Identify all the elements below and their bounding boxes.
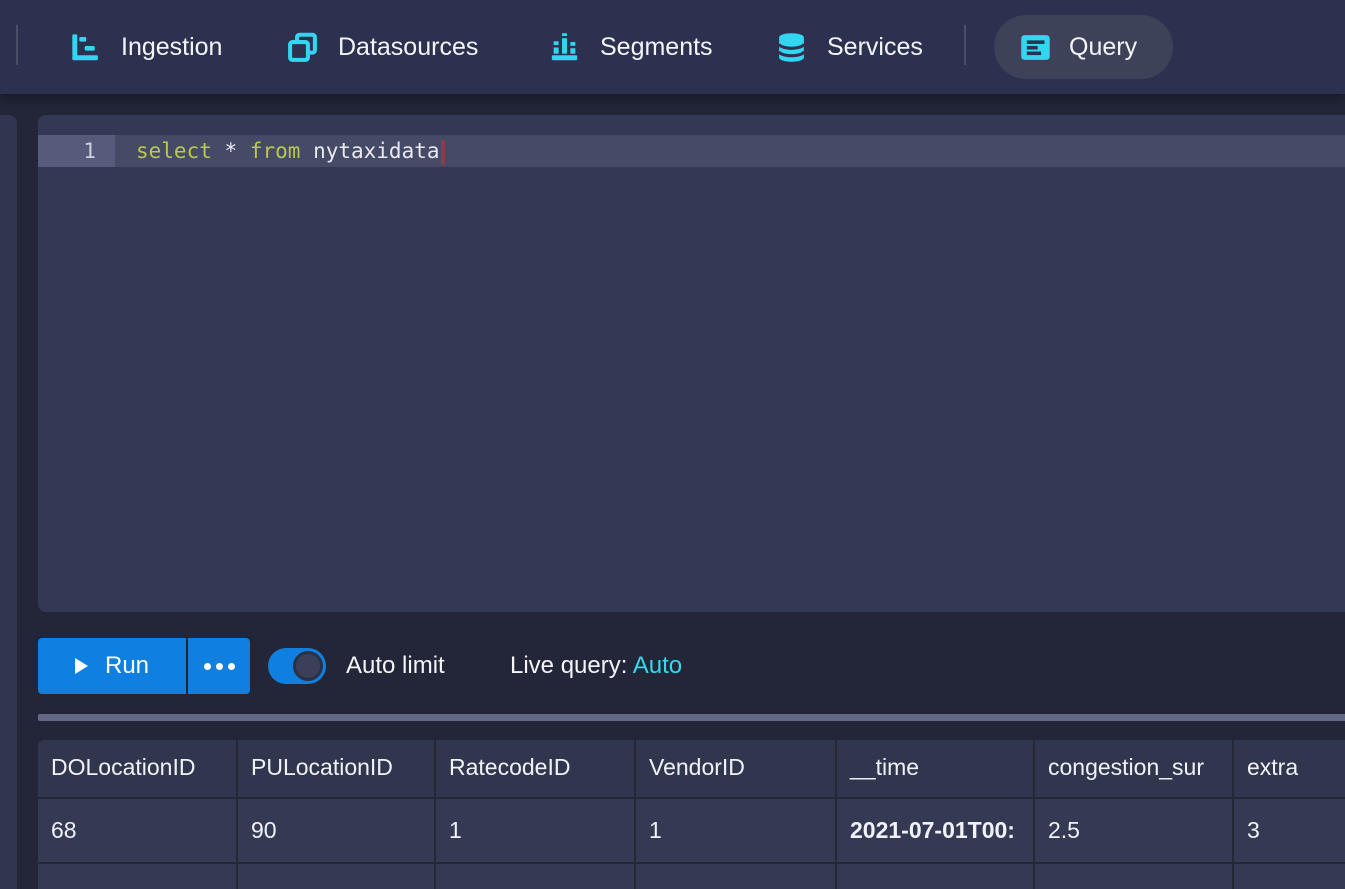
auto-limit-label: Auto limit <box>346 638 445 694</box>
bar-chart-icon <box>549 32 580 63</box>
sql-keyword: select <box>136 139 212 163</box>
table-cell[interactable]: 1 <box>636 799 837 862</box>
query-card-icon <box>1020 32 1051 63</box>
nav-query-divider <box>964 25 966 65</box>
column-header[interactable]: DOLocationID <box>38 740 238 797</box>
top-nav-bar: Ingestion Datasources Segments <box>0 0 1345 94</box>
gantt-chart-icon <box>70 32 101 63</box>
table-cell[interactable]: 68 <box>38 799 238 862</box>
column-header[interactable]: __time <box>837 740 1035 797</box>
query-results-table: DOLocationID PULocationID RatecodeID Ven… <box>38 740 1345 889</box>
nav-tab-label: Segments <box>600 33 713 62</box>
database-icon <box>776 32 807 63</box>
run-more-button[interactable] <box>186 638 250 694</box>
run-button-group: Run <box>38 638 250 694</box>
sql-star: * <box>225 139 238 163</box>
live-query-control[interactable]: Live query: Auto <box>510 638 682 694</box>
column-header[interactable]: congestion_sur <box>1035 740 1234 797</box>
column-header[interactable]: PULocationID <box>238 740 436 797</box>
column-header[interactable]: VendorID <box>636 740 837 797</box>
live-query-value[interactable]: Auto <box>633 652 682 679</box>
line-number: 1 <box>38 135 115 167</box>
column-header[interactable]: extra <box>1234 740 1345 797</box>
ellipsis-icon <box>204 663 211 670</box>
table-cell[interactable]: 90 <box>238 799 436 862</box>
nav-tab-label: Datasources <box>338 33 478 62</box>
sql-code-line[interactable]: select * from nytaxidata <box>115 135 445 167</box>
run-button-label: Run <box>105 652 149 680</box>
table-cell[interactable]: 1 <box>436 799 636 862</box>
toggle-knob <box>293 651 323 681</box>
text-cursor <box>441 140 445 165</box>
column-header[interactable]: RatecodeID <box>436 740 636 797</box>
table-header-row: DOLocationID PULocationID RatecodeID Ven… <box>38 740 1345 797</box>
nav-tab-label: Services <box>827 33 923 62</box>
table-cell[interactable]: 3 <box>1234 799 1345 862</box>
auto-limit-toggle[interactable] <box>268 648 326 684</box>
horizontal-splitter[interactable] <box>38 714 1345 721</box>
sql-table-name: nytaxidata <box>313 139 439 163</box>
nav-tab-label: Query <box>1069 33 1137 62</box>
table-cell[interactable]: 2.5 <box>1035 799 1234 862</box>
nav-tab-segments[interactable]: Segments <box>549 0 713 94</box>
sql-keyword: from <box>250 139 301 163</box>
side-panel-edge <box>0 115 17 889</box>
nav-left-divider <box>16 25 18 65</box>
play-icon <box>75 658 88 674</box>
table-cell-time[interactable]: 2021-07-01T00: <box>837 799 1035 862</box>
nav-tab-services[interactable]: Services <box>776 0 923 94</box>
nav-tab-ingestion[interactable]: Ingestion <box>70 0 222 94</box>
layers-icon <box>287 32 318 63</box>
sql-editor[interactable]: 1 select * from nytaxidata <box>38 115 1345 612</box>
run-button[interactable]: Run <box>38 638 186 694</box>
nav-tab-query-active[interactable]: Query <box>994 15 1173 79</box>
live-query-label: Live query: <box>510 652 627 679</box>
table-row-partial <box>38 862 1345 889</box>
nav-tab-label: Ingestion <box>121 33 222 62</box>
nav-tab-datasources[interactable]: Datasources <box>287 0 478 94</box>
table-row: 68 90 1 1 2021-07-01T00: 2.5 3 <box>38 797 1345 862</box>
